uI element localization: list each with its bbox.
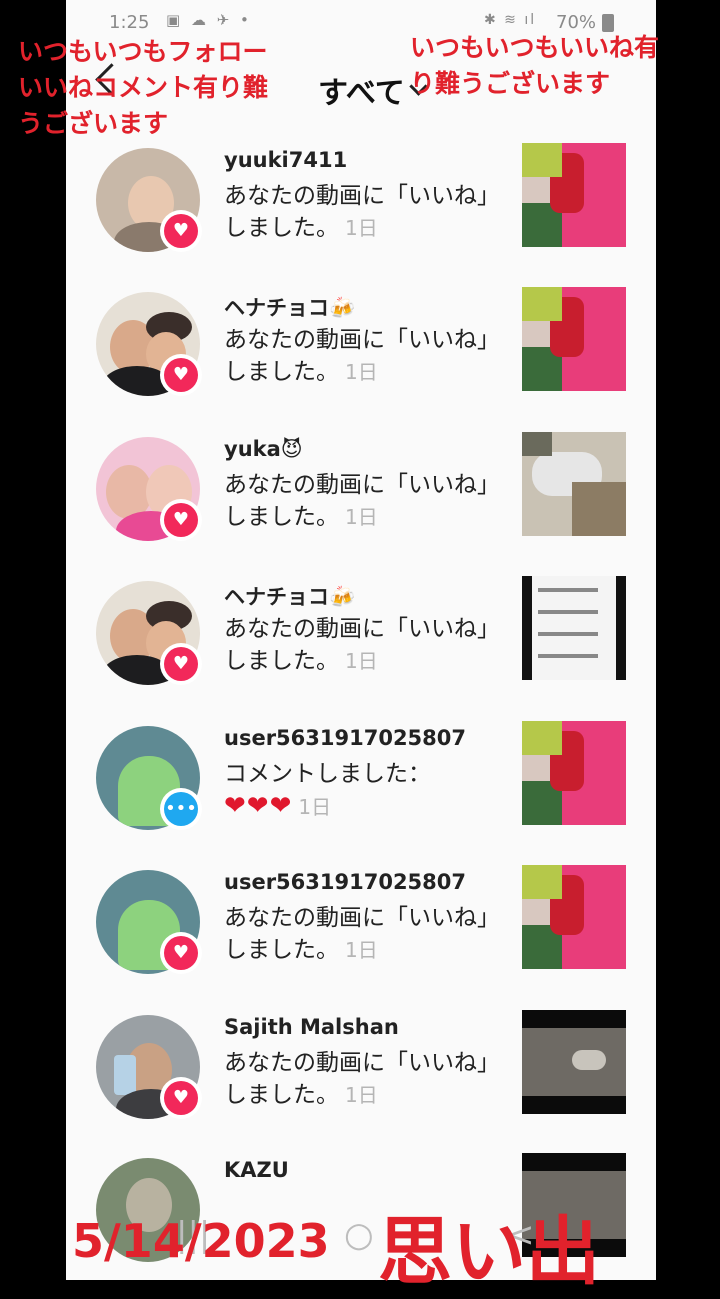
username[interactable]: KAZU (224, 1158, 289, 1182)
video-thumbnail[interactable] (522, 143, 626, 247)
notification-list[interactable]: ♥ yuuki7411 あなたの動画に「いいね」しました。 1日 ♥ ヘナチョコ🍻 (66, 0, 656, 1262)
like-badge: ♥ (160, 1077, 202, 1119)
notification-row[interactable]: ♥ ヘナチョコ🍻 あなたの動画に「いいね」しました。 1日 (66, 287, 656, 417)
username[interactable]: yuka😈 (224, 437, 303, 461)
speech-bubble-icon: ••• (164, 792, 198, 826)
caption-right: いつもいつもいいね有り難うございます (410, 33, 660, 98)
notification-message: あなたの動画に「いいね」しました。 1日 (224, 180, 494, 244)
status-time: 1:25 (109, 12, 150, 33)
time-ago: 1日 (345, 360, 378, 384)
username[interactable]: user5631917025807 (224, 726, 466, 750)
home-button[interactable]: ○ (344, 1215, 374, 1255)
time-ago: 1日 (345, 938, 378, 962)
notification-row[interactable]: ♥ yuuki7411 あなたの動画に「いいね」しました。 1日 (66, 143, 656, 273)
notification-row[interactable]: ♥ yuka😈 あなたの動画に「いいね」しました。 1日 (66, 432, 656, 562)
caption-date: 5/14/2023 (72, 1214, 330, 1268)
notification-message: あなたの動画に「いいね」しました。 1日 (224, 324, 494, 388)
signal-icons: ✱ ≋ ıl (484, 12, 537, 28)
notification-message: あなたの動画に「いいね」しました。 1日 (224, 902, 494, 966)
video-thumbnail[interactable] (522, 865, 626, 969)
time-ago: 1日 (345, 216, 378, 240)
time-ago: 1日 (345, 649, 378, 673)
video-thumbnail[interactable] (522, 576, 626, 680)
notification-row[interactable]: ♥ user5631917025807 あなたの動画に「いいね」しました。 1日 (66, 865, 656, 995)
video-thumbnail[interactable] (522, 287, 626, 391)
comment-badge: ••• (160, 788, 202, 830)
heart-icon: ♥ (164, 358, 198, 392)
notification-row[interactable]: ••• user5631917025807 コメントしました： ❤❤❤ 1日 (66, 721, 656, 851)
heart-icon: ♥ (164, 647, 198, 681)
heart-icon: ♥ (164, 503, 198, 537)
heart-icon: ♥ (164, 936, 198, 970)
like-badge: ♥ (160, 210, 202, 252)
notification-icons: ▣ ☁ ✈ • (166, 11, 252, 29)
notification-message: あなたの動画に「いいね」しました。 1日 (224, 469, 494, 533)
time-ago: 1日 (345, 505, 378, 529)
notification-row[interactable]: ♥ Sajith Malshan あなたの動画に「いいね」しました。 1日 (66, 1010, 656, 1140)
notification-message: あなたの動画に「いいね」しました。 1日 (224, 1047, 494, 1111)
phone-screen: ♥ yuuki7411 あなたの動画に「いいね」しました。 1日 ♥ ヘナチョコ🍻 (66, 0, 656, 1280)
like-badge: ♥ (160, 354, 202, 396)
video-thumbnail[interactable] (522, 432, 626, 536)
heart-icon: ♥ (164, 214, 198, 248)
like-badge: ♥ (160, 932, 202, 974)
username[interactable]: user5631917025807 (224, 870, 466, 894)
message-text: コメントしました： (224, 761, 431, 787)
time-ago: 1日 (298, 795, 332, 819)
username[interactable]: ヘナチョコ🍻 (224, 581, 355, 611)
video-thumbnail[interactable] (522, 1010, 626, 1114)
username[interactable]: ヘナチョコ🍻 (224, 292, 355, 322)
notification-message: コメントしました： ❤❤❤ 1日 (224, 758, 494, 823)
time-ago: 1日 (345, 1083, 378, 1107)
notification-row[interactable]: ♥ ヘナチョコ🍻 あなたの動画に「いいね」しました。 1日 (66, 576, 656, 706)
notification-message: あなたの動画に「いいね」しました。 1日 (224, 613, 494, 677)
page-title[interactable]: すべて (318, 68, 405, 112)
video-thumbnail[interactable] (522, 721, 626, 825)
like-badge: ♥ (160, 643, 202, 685)
username[interactable]: yuuki7411 (224, 148, 347, 172)
heart-icon: ♥ (164, 1081, 198, 1115)
caption-memory: 思い出 (378, 1209, 600, 1295)
like-badge: ♥ (160, 499, 202, 541)
caption-left: いつもいつもフォローいいねコメント有り難うございます (18, 37, 269, 138)
comment-hearts: ❤❤❤ (224, 791, 293, 821)
username[interactable]: Sajith Malshan (224, 1015, 399, 1039)
